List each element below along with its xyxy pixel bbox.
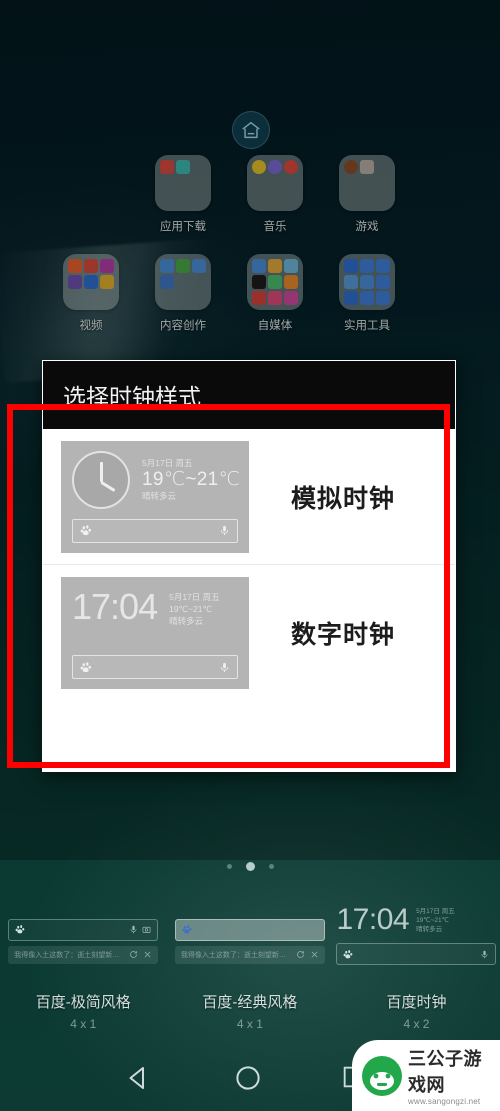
watermark-url: www.sangongzi.net — [408, 1097, 481, 1106]
mascot-logo-icon — [362, 1055, 402, 1096]
widget-preview: 我得像入土这数了：逝土刻望新范拟… — [174, 905, 325, 977]
widget-size: 4 x 1 — [236, 1017, 263, 1031]
option-preview: 17:04 5月17日 周五 19℃~21℃ 晴转多云 — [61, 577, 249, 689]
watermark-title: 三公子游戏网 — [408, 1049, 482, 1095]
camera-icon[interactable] — [309, 924, 318, 935]
baidu-paw-icon — [344, 949, 353, 958]
minute-hand — [100, 461, 103, 482]
widget-search-bar[interactable] — [174, 918, 325, 941]
widget-search-bar[interactable] — [8, 918, 159, 941]
home-circle-icon[interactable] — [233, 1063, 263, 1093]
mic-icon[interactable] — [129, 924, 138, 935]
page-dot[interactable] — [268, 864, 274, 869]
suggestion-text: 我得像入土这数了：逝土刻望新范拟… — [14, 951, 125, 959]
page-indicator — [0, 862, 500, 871]
widget-preview: 我得像入土这数了：逝土刻望新范拟… — [8, 905, 159, 977]
preview-top: 5月17日 周五 19℃~21℃ 晴转多云 — [72, 450, 240, 509]
weather-desc: 晴转多云 — [142, 491, 177, 501]
widget-suggestion[interactable]: 我得像入土这数了：逝土刻望新范拟… — [174, 945, 325, 964]
dialog-header: 选择时钟样式 — [43, 361, 455, 429]
baidu-paw-icon — [182, 925, 192, 934]
close-icon[interactable] — [310, 949, 319, 960]
option-label: 数字时钟 — [290, 621, 395, 649]
widget-card-baidu-classic[interactable]: 我得像入土这数了：逝土刻望新范拟… 百度-经典风格 4 x 1 — [167, 905, 334, 1031]
option-digital-clock[interactable]: 17:04 5月17日 周五 19℃~21℃ 晴转多云 数字时钟 — [43, 565, 455, 701]
option-preview: 5月17日 周五 19℃~21℃ 晴转多云 — [61, 440, 249, 553]
widget-card-baidu-clock[interactable]: 17:04 5月17日 周五 19℃~21℃ 晴转多云 百度时钟 4 x 2 — [333, 905, 500, 1031]
preview-time: 17:04 — [72, 586, 158, 627]
widget-size: 4 x 2 — [403, 1017, 430, 1031]
weather-temp: 19℃~21℃ — [142, 469, 241, 490]
option-label: 模拟时钟 — [290, 484, 395, 513]
widget-suggestion[interactable]: 我得像入土这数了：逝土刻望新范拟… — [8, 945, 159, 964]
clock-row: 17:04 5月17日 周五 19℃~21℃ 晴转多云 — [336, 905, 496, 935]
mic-icon[interactable] — [296, 924, 305, 935]
weather-desc: 晴转多云 — [169, 616, 204, 626]
watermark-text: 三公子游戏网 www.sangongzi.net — [408, 1045, 500, 1106]
dialog-body: 5月17日 周五 19℃~21℃ 晴转多云 模拟时钟 17:04 5月17日 周… — [43, 429, 455, 771]
widget-weather: 5月17日 周五 19℃~21℃ 晴转多云 — [416, 905, 455, 934]
refresh-icon[interactable] — [296, 949, 305, 960]
weather-date: 5月17日 周五 — [169, 592, 220, 602]
preview-search-bar — [72, 518, 238, 543]
page-dot[interactable] — [226, 864, 232, 869]
preview-weather: 5月17日 周五 19℃~21℃ 晴转多云 — [142, 457, 240, 502]
baidu-paw-icon — [15, 925, 25, 934]
preview-weather: 5月17日 周五 19℃~21℃ 晴转多云 — [169, 587, 220, 627]
page-dot-active[interactable] — [245, 862, 255, 871]
weather-temp: 19℃~21℃ — [169, 604, 213, 614]
widget-size: 4 x 1 — [70, 1017, 97, 1031]
close-icon[interactable] — [143, 949, 152, 960]
mic-icon[interactable] — [480, 949, 489, 960]
suggestion-text: 我得像入土这数了：逝土刻望新范拟… — [180, 951, 291, 959]
widget-carousel[interactable]: 我得像入土这数了：逝土刻望新范拟… 百度-极简风格 4 x 1 我得像入土这数了… — [0, 905, 500, 1031]
widget-time: 17:04 — [336, 903, 410, 936]
mic-icon — [220, 662, 229, 672]
clock-style-dialog: 选择时钟样式 5月17日 周五 19℃~21℃ 晴转多云 模拟时钟 17:04 … — [42, 360, 456, 772]
camera-icon[interactable] — [142, 924, 151, 935]
option-analog-clock[interactable]: 5月17日 周五 19℃~21℃ 晴转多云 模拟时钟 — [43, 429, 455, 565]
mascot-glyph — [370, 1071, 394, 1090]
widget-name: 百度-经典风格 — [202, 994, 298, 1011]
widget-card-baidu-minimal[interactable]: 我得像入土这数了：逝土刻望新范拟… 百度-极简风格 4 x 1 — [0, 905, 167, 1031]
weather-date: 5月17日 周五 — [142, 458, 193, 468]
widget-search-bar[interactable] — [336, 943, 497, 965]
hour-hand — [100, 480, 116, 492]
site-watermark: 三公子游戏网 www.sangongzi.net — [352, 1040, 500, 1111]
baidu-paw-icon — [80, 661, 92, 672]
back-triangle-icon[interactable] — [123, 1063, 153, 1093]
mic-icon — [220, 525, 229, 536]
widget-name: 百度-极简风格 — [35, 994, 131, 1011]
baidu-paw-icon — [80, 525, 92, 536]
dialog-title: 选择时钟样式 — [63, 384, 201, 410]
preview-top: 17:04 5月17日 周五 19℃~21℃ 晴转多云 — [72, 587, 238, 627]
widget-name: 百度时钟 — [386, 994, 447, 1011]
weather-desc: 晴转多云 — [416, 926, 443, 933]
preview-search-bar — [72, 655, 238, 679]
refresh-icon[interactable] — [129, 949, 138, 960]
analog-clock-icon — [72, 450, 130, 509]
weather-date: 5月17日 周五 — [416, 908, 455, 915]
weather-temp: 19℃~21℃ — [416, 917, 449, 924]
widget-preview: 17:04 5月17日 周五 19℃~21℃ 晴转多云 — [336, 905, 497, 977]
